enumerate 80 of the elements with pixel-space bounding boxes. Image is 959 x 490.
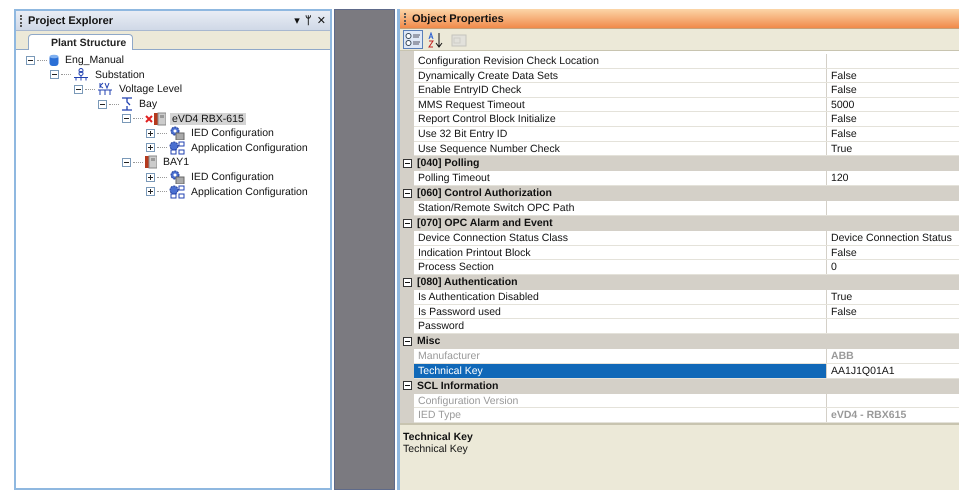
category-header[interactable]: SCL Information — [417, 380, 498, 392]
collapse-icon[interactable] — [403, 158, 412, 168]
property-value[interactable]: False — [827, 112, 959, 126]
substation-icon — [73, 68, 89, 82]
property-name[interactable]: Enable EntryID Check — [414, 83, 827, 97]
voltage-level-icon — [97, 82, 113, 96]
property-value[interactable]: True — [827, 142, 959, 156]
tree-item[interactable]: Substation — [93, 68, 147, 81]
property-value[interactable]: Device Connection Status — [827, 231, 959, 245]
property-name[interactable]: Configuration Revision Check Location — [414, 54, 827, 68]
collapse-icon[interactable] — [98, 100, 107, 109]
dropdown-button[interactable]: ▾ — [292, 14, 302, 28]
close-button[interactable]: ✕ — [314, 14, 328, 28]
ied-device-icon — [154, 112, 166, 126]
property-name[interactable]: Indication Printout Block — [414, 246, 827, 260]
description-title: Technical Key — [403, 431, 473, 443]
collapse-icon[interactable] — [403, 278, 412, 287]
gear-icon — [169, 140, 185, 155]
property-value[interactable]: False — [827, 83, 959, 97]
collapse-icon[interactable] — [122, 158, 131, 167]
collapse-icon[interactable] — [403, 381, 412, 390]
expand-icon[interactable] — [146, 143, 155, 152]
property-name[interactable]: Station/Remote Switch OPC Path — [414, 201, 827, 215]
panel-title: Project Explorer — [28, 14, 114, 26]
collapse-icon[interactable] — [26, 56, 35, 65]
property-value[interactable]: True — [827, 290, 959, 304]
property-name[interactable]: Device Connection Status Class — [414, 231, 827, 245]
property-name[interactable]: Use Sequence Number Check — [414, 142, 827, 156]
property-name[interactable]: Polling Timeout — [414, 171, 827, 186]
tree-item[interactable]: Eng_Manual — [63, 54, 126, 66]
tree-item[interactable]: eVD4 RBX-615 — [170, 112, 246, 125]
gear-icon — [169, 184, 185, 199]
category-header[interactable]: Misc — [417, 335, 440, 348]
panel-title: Object Properties — [412, 12, 505, 24]
property-value[interactable]: AA1J1Q01A1 — [827, 364, 959, 378]
property-value[interactable]: False — [827, 246, 959, 260]
pin-button[interactable]: ᛘ — [302, 14, 314, 28]
collapse-icon[interactable] — [50, 70, 59, 80]
categorized-view-button[interactable] — [403, 30, 423, 49]
tab[interactable]: Plant Structure — [28, 34, 134, 50]
bay-icon — [121, 97, 133, 112]
property-value[interactable]: False — [827, 304, 959, 318]
category-header[interactable]: [060] Control Authorization — [417, 187, 552, 200]
expand-icon[interactable] — [146, 172, 155, 182]
collapse-icon[interactable] — [74, 84, 83, 94]
tree-item[interactable]: Application Configuration — [189, 142, 310, 154]
property-value[interactable]: 5000 — [827, 98, 959, 112]
tree-item[interactable]: IED Configuration — [189, 127, 276, 140]
property-name[interactable]: Dynamically Create Data Sets — [414, 68, 827, 82]
ied-device-icon — [145, 155, 157, 170]
gear-icon — [169, 170, 185, 184]
property-value[interactable]: False — [827, 126, 959, 141]
tree-item[interactable]: BAY1 — [161, 156, 192, 168]
property-name[interactable]: Password — [414, 319, 827, 334]
property-value[interactable]: 120 — [827, 171, 959, 186]
category-header[interactable]: [040] Polling — [417, 157, 480, 170]
tree-item[interactable]: Bay — [137, 98, 160, 110]
property-name[interactable]: MMS Request Timeout — [414, 98, 827, 112]
property-name[interactable]: Use 32 Bit Entry ID — [414, 126, 827, 141]
expand-icon[interactable] — [146, 128, 155, 138]
collapse-icon[interactable] — [122, 114, 131, 124]
property-name[interactable]: Process Section — [414, 260, 827, 274]
tree-item[interactable]: Application Configuration — [189, 186, 310, 198]
property-name[interactable]: Is Password used — [414, 304, 827, 318]
category-header[interactable]: [080] Authentication — [417, 276, 518, 288]
gear-icon — [169, 126, 185, 140]
property-name[interactable]: Report Control Block Initialize — [414, 112, 827, 126]
property-value[interactable]: False — [827, 68, 959, 82]
collapse-icon[interactable] — [403, 188, 412, 198]
property-value[interactable]: 0 — [827, 260, 959, 274]
collapse-icon[interactable] — [403, 336, 412, 346]
description-text: Technical Key — [403, 443, 468, 455]
category-header[interactable]: [070] OPC Alarm and Event — [417, 217, 553, 230]
collapse-icon[interactable] — [403, 218, 412, 228]
expand-icon[interactable] — [146, 187, 155, 196]
tree-item[interactable]: IED Configuration — [189, 171, 276, 184]
property-name[interactable]: Is Authentication Disabled — [414, 290, 827, 304]
database-icon — [49, 54, 59, 67]
property-name[interactable]: Technical Key — [414, 364, 827, 378]
tree-item[interactable]: Voltage Level — [117, 83, 184, 96]
